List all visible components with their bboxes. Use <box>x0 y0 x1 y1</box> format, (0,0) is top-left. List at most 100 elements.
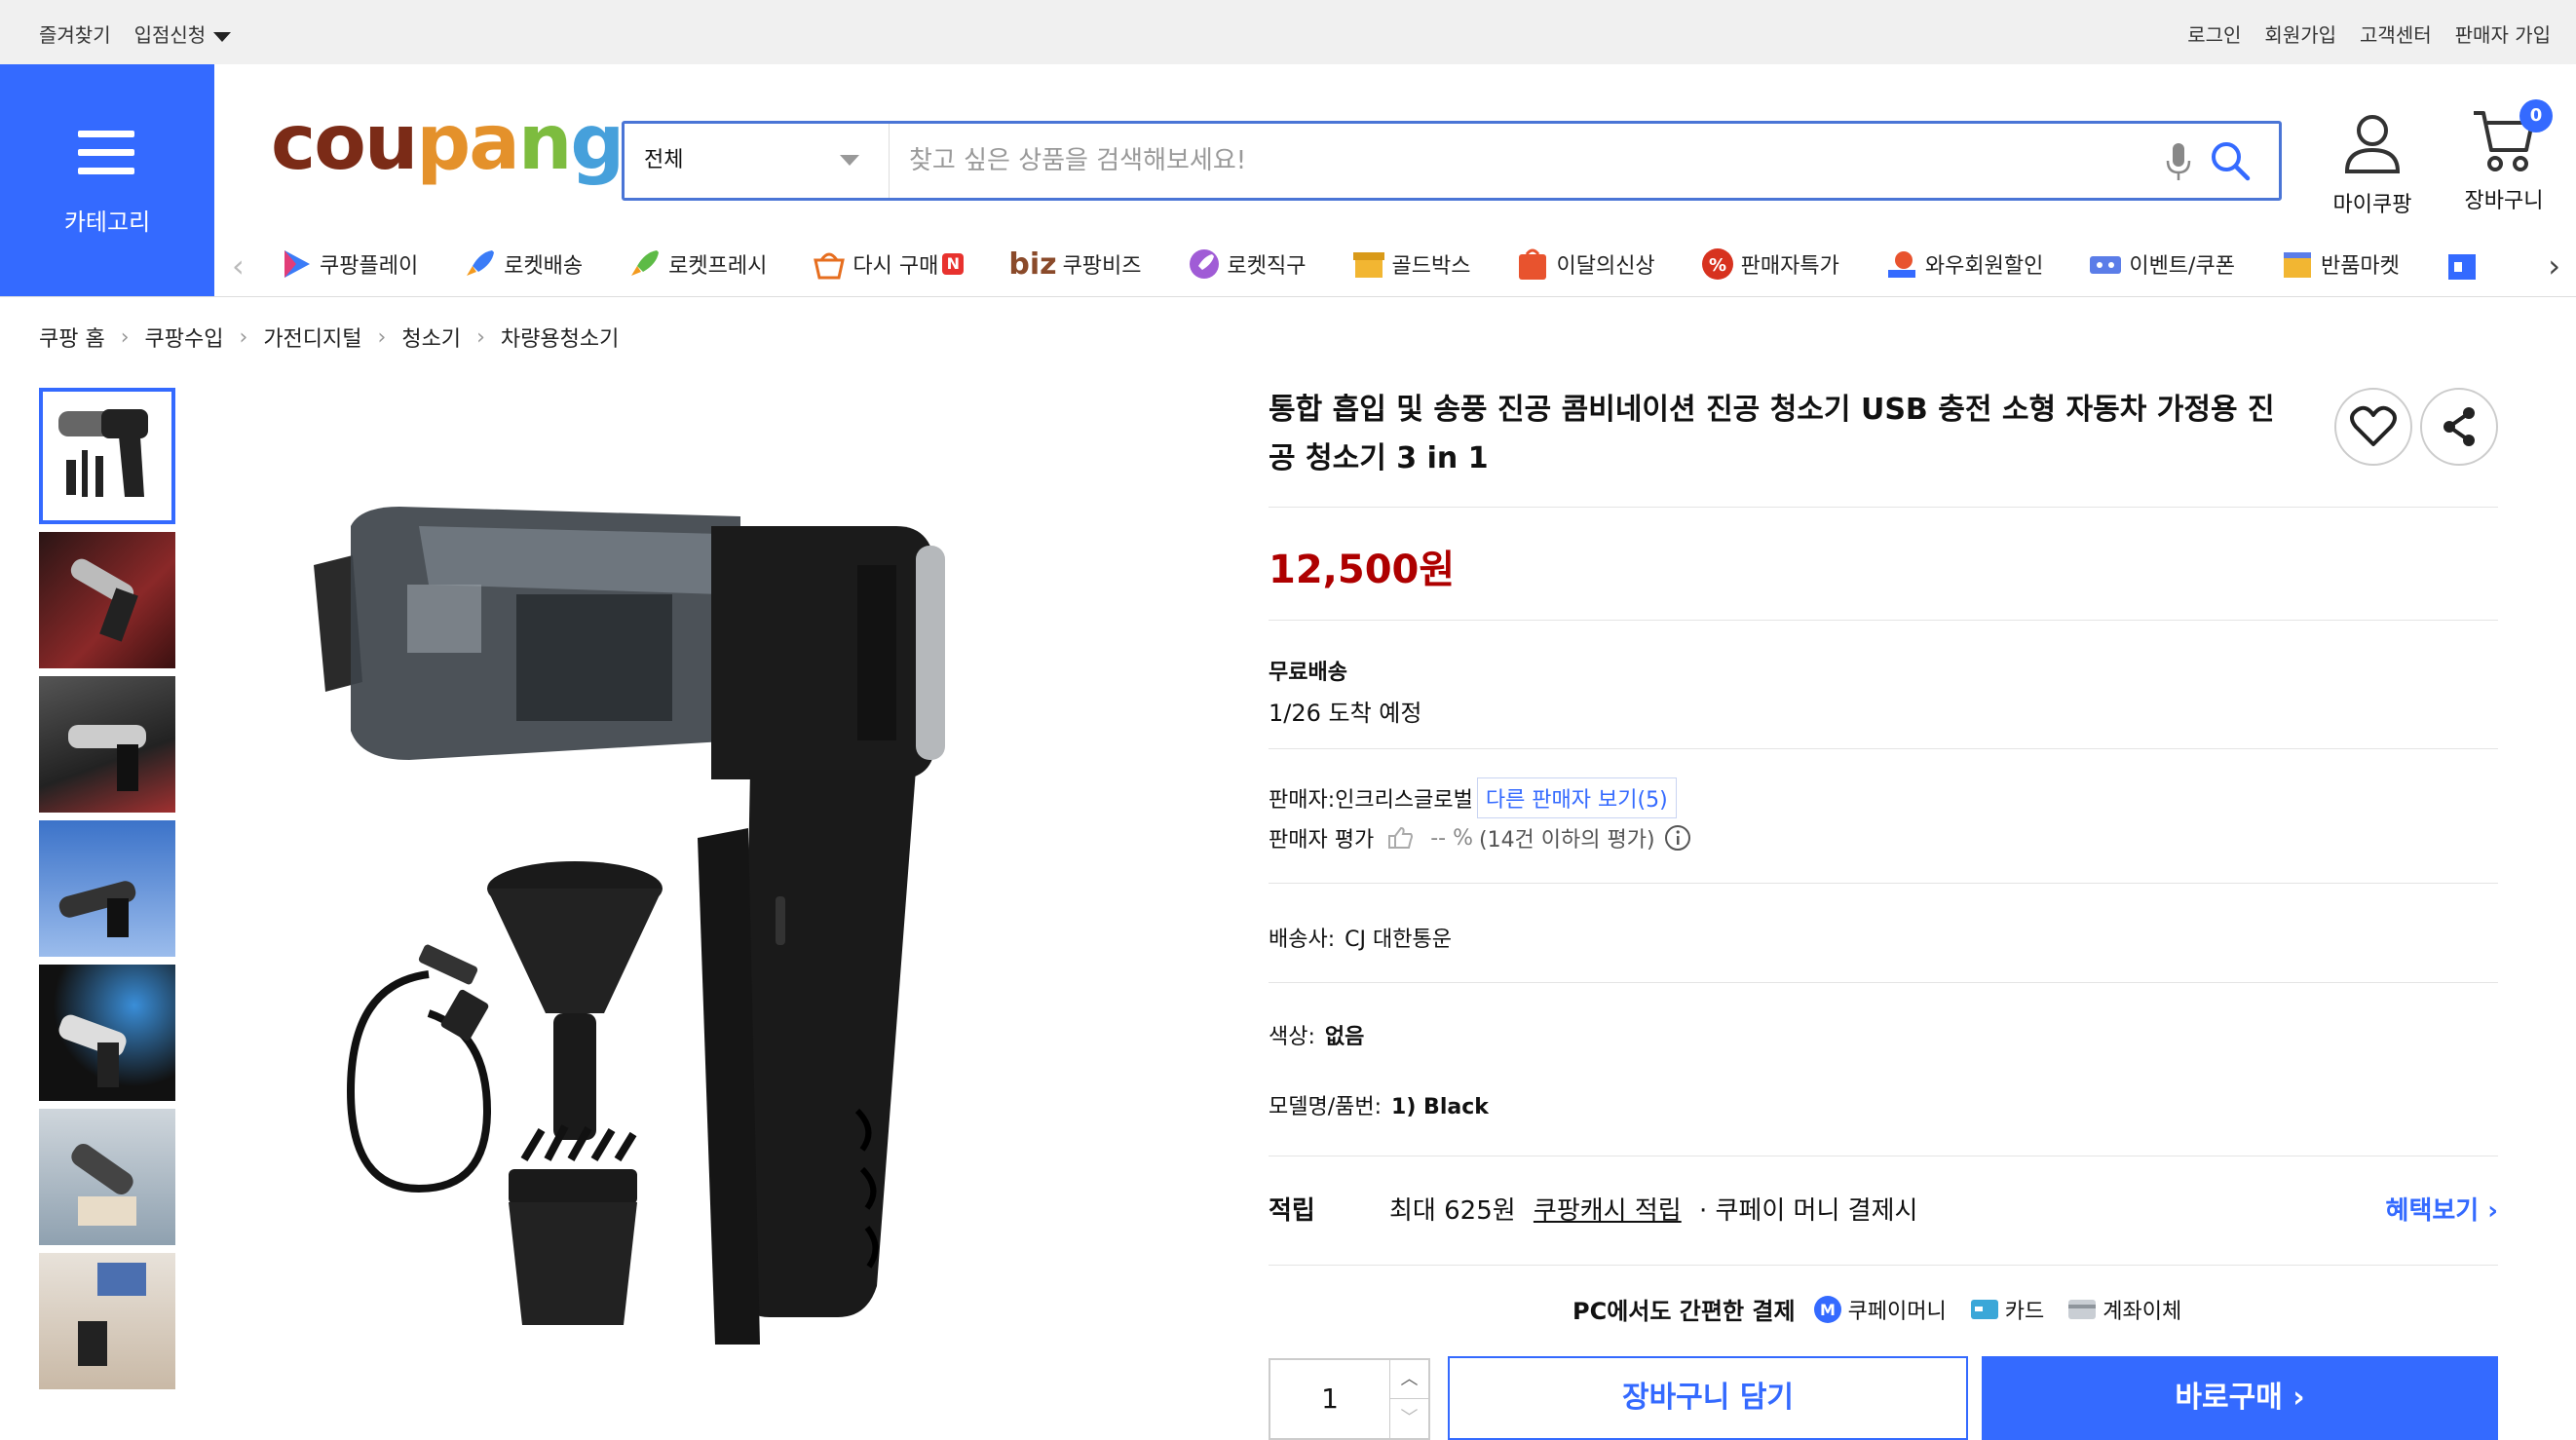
info-icon[interactable] <box>1663 823 1692 853</box>
shortcut-label: 로켓직구 <box>1227 254 1307 279</box>
shortcut-seller-deals[interactable]: % 판매자특가 <box>1700 246 1839 282</box>
thumbnail-4[interactable] <box>39 820 175 957</box>
quantity-increase-button[interactable]: ︿ <box>1389 1360 1428 1399</box>
shortcut-label: 반품마켓 <box>2320 254 2400 279</box>
my-coupang-label: 마이쿠팡 <box>2332 193 2412 217</box>
new-badge-icon: N <box>942 253 965 275</box>
quantity-input[interactable]: 1 <box>1270 1360 1389 1438</box>
rating-label: 판매자 평가 <box>1269 828 1375 853</box>
other-sellers-button[interactable]: 다른 판매자 보기(5) <box>1476 777 1677 818</box>
home-use-thumbnail-image <box>78 1263 146 1366</box>
shortcut-bar: ‹ 쿠팡플레이 로켓배송 로켓프레시 다시 구매 N biz 쿠팡비즈 로켓직구 <box>232 240 2560 288</box>
bank-transfer-icon <box>2068 1299 2097 1319</box>
chevron-left-icon[interactable]: ‹ <box>232 247 245 284</box>
vacuum-thumbnail-image <box>58 409 148 497</box>
divider <box>1269 883 2498 884</box>
seller-signup-link[interactable]: 판매자 가입 <box>2455 19 2551 48</box>
breadcrumb-car-vacuum[interactable]: 차량용청소기 <box>501 322 619 353</box>
shortcut-monthly-new[interactable]: 이달의신상 <box>1515 246 1655 282</box>
model-label: 모델명/품번: <box>1269 1095 1383 1119</box>
shipping-title: 무료배송 <box>1269 661 1347 685</box>
color-label: 색상: <box>1269 1025 1315 1049</box>
search-icon[interactable] <box>2209 139 2252 182</box>
thumbs-up-icon <box>1388 826 1414 849</box>
search-category-select[interactable]: 전체 <box>625 124 890 198</box>
color-value: 없음 <box>1324 1025 1365 1049</box>
breadcrumb-vacuum[interactable]: 청소기 <box>401 322 461 353</box>
thumbnail-1[interactable] <box>39 388 175 524</box>
shortcut-event-coupon[interactable]: 이벤트/쿠폰 <box>2088 246 2235 282</box>
benefits-link[interactable]: 혜택보기 › <box>2386 1191 2498 1227</box>
user-icon <box>2344 115 2401 173</box>
payment-methods: PC에서도 간편한 결제 M 쿠페이머니 카드 계좌이체 <box>1572 1292 2205 1326</box>
customer-center-link[interactable]: 고객센터 <box>2360 19 2432 48</box>
top-utility-bar: 즐겨찾기 입점신청 로그인 회원가입 고객센터 판매자 가입 <box>0 0 2576 64</box>
search-category-value: 전체 <box>644 148 684 172</box>
color-row: 색상: 없음 <box>1269 1019 1364 1050</box>
signup-link[interactable]: 회원가입 <box>2264 19 2336 48</box>
share-icon <box>2443 407 2475 446</box>
shortcut-coupang-biz[interactable]: biz 쿠팡비즈 <box>1008 247 1141 282</box>
coupang-logo[interactable]: coupang <box>271 105 625 181</box>
payment-option-label: 쿠페이머니 <box>1847 1299 1947 1324</box>
quantity-decrease-button[interactable]: ﹀ <box>1389 1399 1428 1438</box>
shortcut-wow-discount[interactable]: 와우회원할인 <box>1884 246 2043 282</box>
thumbnail-5[interactable] <box>39 965 175 1101</box>
microphone-icon[interactable] <box>2164 141 2193 182</box>
breadcrumb: 쿠팡 홈 › 쿠팡수입 › 가전디지털 › 청소기 › 차량용청소기 <box>39 322 619 353</box>
seller-apply-link[interactable]: 입점신청 <box>134 19 232 48</box>
rocket-icon <box>467 250 495 276</box>
thumbnail-7[interactable] <box>39 1253 175 1389</box>
cart-label: 장바구니 <box>2464 189 2544 213</box>
buy-now-button[interactable]: 바로구매 › <box>1982 1356 2498 1440</box>
breadcrumb-home[interactable]: 쿠팡 홈 <box>39 322 105 353</box>
search-bar: 전체 <box>622 121 2282 201</box>
shortcut-rebuy[interactable]: 다시 구매 N <box>812 246 965 282</box>
model-row: 모델명/품번: 1) Black <box>1269 1089 1489 1120</box>
coupon-icon <box>2090 256 2122 274</box>
breadcrumb-electronics[interactable]: 가전디지털 <box>263 322 361 353</box>
courier-value: CJ 대한통운 <box>1345 928 1452 952</box>
shortcut-return-market[interactable]: 반품마켓 <box>2280 246 2400 282</box>
chevron-right-icon: › <box>239 324 248 350</box>
login-link[interactable]: 로그인 <box>2187 19 2241 48</box>
category-menu-button[interactable]: 카테고리 <box>0 64 214 296</box>
shortcut-rocket-global[interactable]: 로켓직구 <box>1187 246 1307 282</box>
shortcut-goldbox[interactable]: 골드박스 <box>1351 246 1470 282</box>
coupang-cash-link[interactable]: 쿠팡캐시 적립 <box>1534 1196 1682 1226</box>
category-label: 카테고리 <box>63 208 151 236</box>
wishlist-button[interactable] <box>2334 388 2412 466</box>
dropdown-arrow-icon <box>840 155 859 166</box>
play-icon <box>284 250 310 278</box>
shortcut-rocket-fresh[interactable]: 로켓프레시 <box>627 246 767 282</box>
chevron-right-icon: › <box>377 324 387 350</box>
my-coupang-button[interactable]: 마이쿠팡 <box>2319 113 2426 218</box>
shortcut-rocket-delivery[interactable]: 로켓배송 <box>463 246 583 282</box>
chevron-up-icon: ︿ <box>1400 1369 1419 1389</box>
basket-icon <box>814 252 846 280</box>
breadcrumb-import[interactable]: 쿠팡수입 <box>145 322 224 353</box>
thumbnail-3[interactable] <box>39 676 175 813</box>
thumbnail-6[interactable] <box>39 1109 175 1245</box>
shortcut-label: 쿠팡비즈 <box>1062 254 1142 279</box>
shortcut-coupang-play[interactable]: 쿠팡플레이 <box>279 246 418 282</box>
search-input[interactable] <box>909 137 2117 184</box>
thumbnail-2[interactable] <box>39 532 175 668</box>
coupay-money-icon: M <box>1813 1295 1841 1323</box>
divider <box>1269 1265 2498 1266</box>
add-to-cart-button[interactable]: 장바구니 담기 <box>1448 1356 1968 1440</box>
seller-name: 인크리스글로벌 <box>1335 788 1473 813</box>
quantity-stepper: 1 ︿ ﹀ <box>1269 1358 1430 1440</box>
payment-option-label: 계좌이체 <box>2102 1299 2182 1324</box>
share-button[interactable] <box>2420 388 2498 466</box>
chevron-right-icon: › <box>476 324 485 350</box>
store-icon <box>2447 254 2476 280</box>
shortcut-label: 쿠팡플레이 <box>320 254 419 279</box>
bookmark-link[interactable]: 즐겨찾기 <box>39 19 111 48</box>
payment-card: 카드 <box>1970 1294 2044 1325</box>
shortcut-label: 로켓프레시 <box>668 254 768 279</box>
chevron-right-icon[interactable]: › <box>2548 247 2560 284</box>
usage-thumbnail-image <box>71 1144 136 1226</box>
shortcut-label: 다시 구매 <box>852 254 939 279</box>
shortcut-more-partial[interactable] <box>2444 246 2485 282</box>
